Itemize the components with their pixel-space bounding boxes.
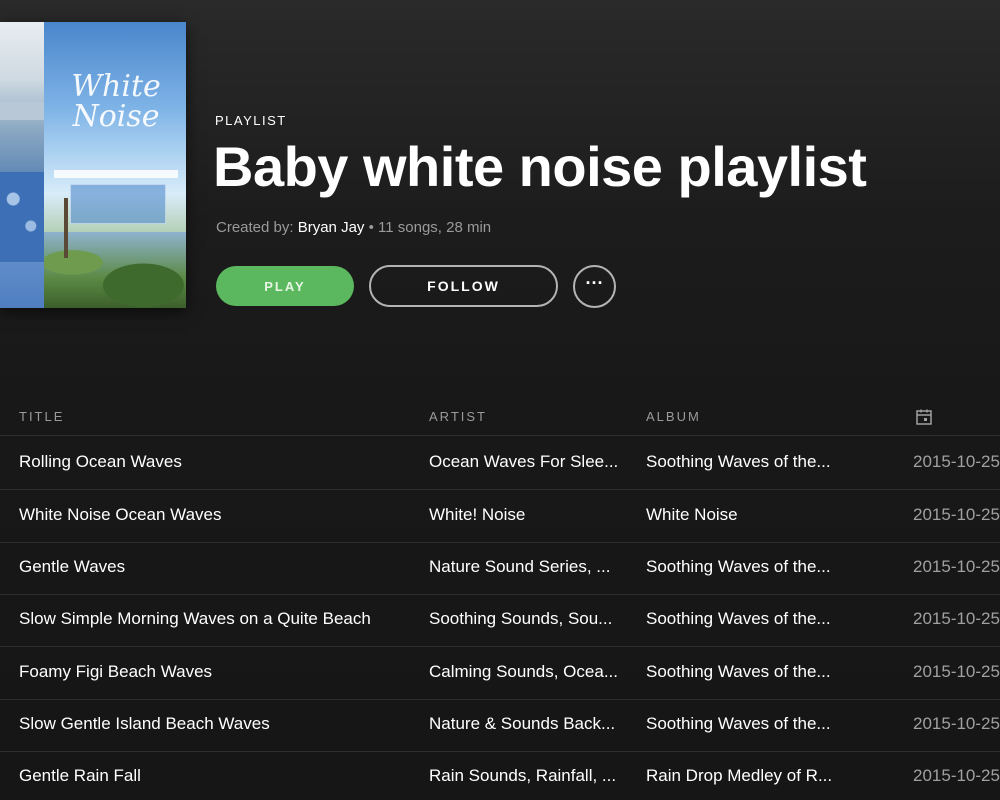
track-album[interactable]: Soothing Waves of the... [646, 452, 831, 472]
playlist-meta: Created by: Bryan Jay • 11 songs, 28 min [216, 219, 491, 236]
track-album[interactable]: Rain Drop Medley of R... [646, 766, 832, 786]
cover-title-line1: White [71, 69, 161, 104]
cover-left-panel [0, 22, 44, 308]
cover-title: White Noise [56, 72, 176, 132]
column-header-album[interactable]: ALBUM [646, 409, 701, 424]
table-row[interactable]: Gentle Waves Nature Sound Series, ... So… [0, 542, 1000, 595]
track-album[interactable]: Soothing Waves of the... [646, 609, 831, 629]
track-date-added: 2015-10-25 [913, 766, 1000, 785]
table-row[interactable]: Foamy Figi Beach Waves Calming Sounds, O… [0, 647, 1000, 700]
track-title: Slow Simple Morning Waves on a Quite Bea… [19, 609, 371, 628]
creator-link[interactable]: Bryan Jay [298, 219, 365, 236]
track-date-added: 2015-10-25 [913, 452, 1000, 471]
track-album[interactable]: White Noise [646, 505, 738, 525]
track-date-added: 2015-10-25 [913, 662, 1000, 681]
playlist-stats: 11 songs, 28 min [378, 219, 492, 236]
track-title: Rolling Ocean Waves [19, 452, 182, 471]
more-options-button[interactable]: ··· [573, 265, 616, 308]
calendar-icon[interactable] [915, 408, 933, 426]
table-row[interactable]: Slow Simple Morning Waves on a Quite Bea… [0, 594, 1000, 647]
created-by-label: Created by: [216, 219, 294, 236]
track-artist[interactable]: Rain Sounds, Rainfall, ... [429, 766, 616, 786]
page-title: Baby white noise playlist [213, 135, 867, 198]
table-row[interactable]: White Noise Ocean Waves White! Noise Whi… [0, 490, 1000, 543]
track-date-added: 2015-10-25 [913, 714, 1000, 733]
track-title: Foamy Figi Beach Waves [19, 662, 213, 681]
play-button[interactable]: PLAY [216, 266, 354, 306]
track-artist[interactable]: Nature & Sounds Back... [429, 714, 615, 734]
track-title: White Noise Ocean Waves [19, 505, 222, 524]
track-artist[interactable]: White! Noise [429, 505, 525, 525]
cover-subtitle-strip [54, 170, 178, 178]
column-header-title[interactable]: TITLE [19, 409, 64, 424]
track-album[interactable]: Soothing Waves of the... [646, 662, 831, 682]
track-artist[interactable]: Calming Sounds, Ocea... [429, 662, 618, 682]
playlist-eyebrow: PLAYLIST [215, 113, 287, 128]
table-row[interactable]: Rolling Ocean Waves Ocean Waves For Slee… [0, 437, 1000, 490]
follow-button[interactable]: FOLLOW [369, 265, 558, 307]
track-album[interactable]: Soothing Waves of the... [646, 557, 831, 577]
track-title: Gentle Rain Fall [19, 766, 141, 785]
track-artist[interactable]: Ocean Waves For Slee... [429, 452, 618, 472]
cover-inset-box [70, 184, 166, 224]
track-date-added: 2015-10-25 [913, 557, 1000, 576]
table-row[interactable]: Slow Gentle Island Beach Waves Nature & … [0, 699, 1000, 752]
track-date-added: 2015-10-25 [913, 609, 1000, 628]
table-row[interactable]: Gentle Rain Fall Rain Sounds, Rainfall, … [0, 751, 1000, 800]
track-artist[interactable]: Soothing Sounds, Sou... [429, 609, 612, 629]
track-artist[interactable]: Nature Sound Series, ... [429, 557, 610, 577]
cover-title-line2: Noise [72, 99, 160, 134]
track-album[interactable]: Soothing Waves of the... [646, 714, 831, 734]
playlist-cover-art: White Noise [0, 22, 186, 308]
track-date-added: 2015-10-25 [913, 505, 1000, 524]
meta-separator: • [364, 219, 379, 236]
column-header-artist[interactable]: ARTIST [429, 409, 487, 424]
track-title: Slow Gentle Island Beach Waves [19, 714, 270, 733]
track-title: Gentle Waves [19, 557, 126, 576]
track-table-header: TITLE ARTIST ALBUM [0, 402, 1000, 436]
